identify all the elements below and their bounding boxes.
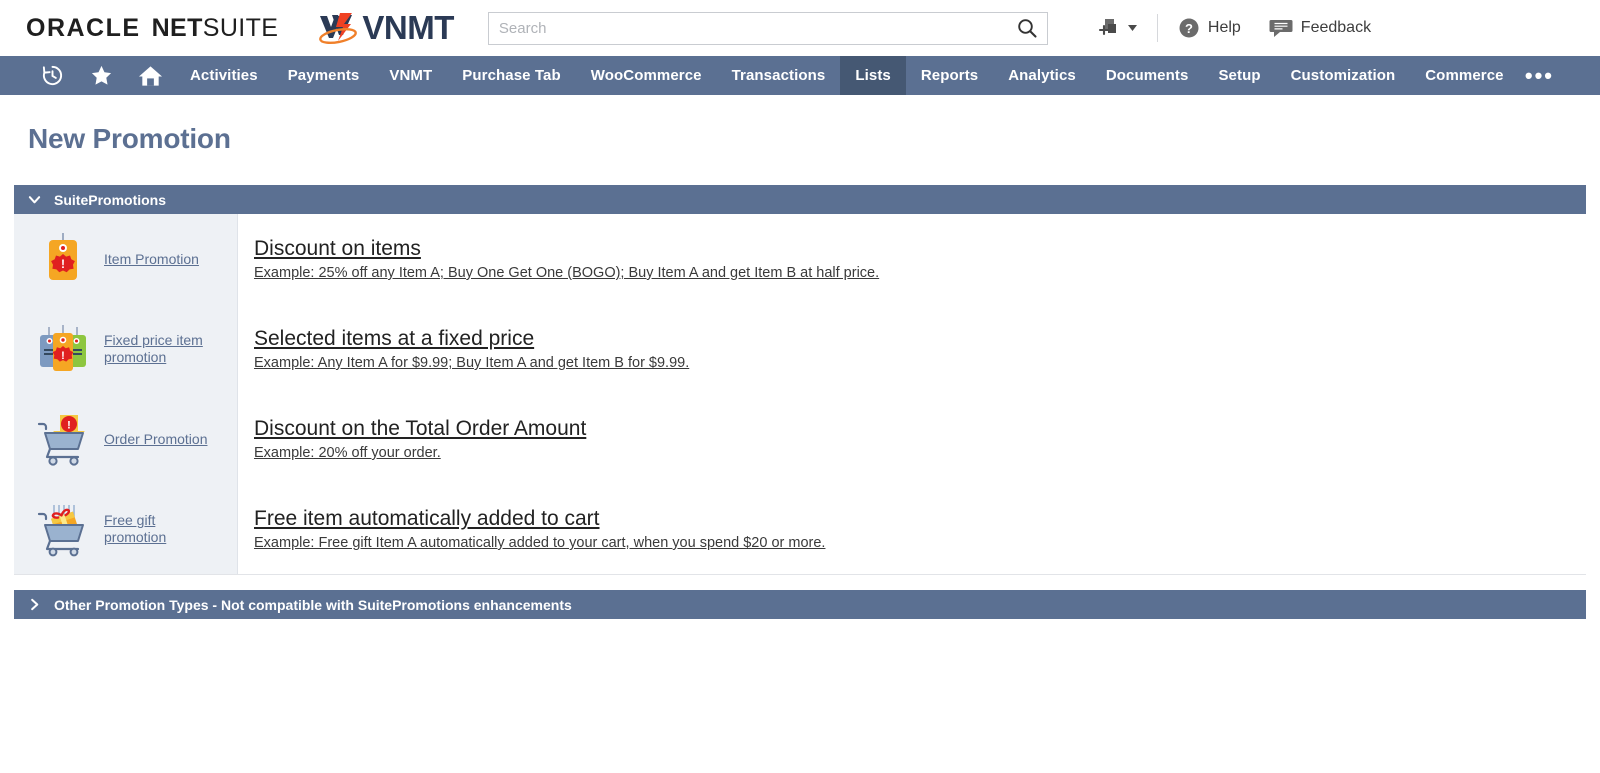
svg-text:?: ?	[1185, 21, 1193, 36]
other-promotion-types-label: Other Promotion Types - Not compatible w…	[54, 596, 572, 613]
favorites-star-icon	[91, 65, 112, 85]
favorites-button[interactable]	[77, 56, 126, 95]
cart-discount-icon: !	[37, 415, 85, 466]
promotion-option-discount-total-order: Discount on the Total Order Amount Examp…	[254, 394, 1586, 484]
nav-item-reports[interactable]: Reports	[906, 56, 993, 95]
chevron-down-icon	[1127, 25, 1137, 31]
nav-item-woocommerce[interactable]: WooCommerce	[576, 56, 717, 95]
promotion-option-example[interactable]: Example: 20% off your order.	[254, 444, 441, 462]
nav-item-analytics[interactable]: Analytics	[993, 56, 1091, 95]
top-bar: ORACLE NET SUITE VNMT Search ? Help Feed…	[0, 0, 1600, 56]
svg-text:!: !	[67, 420, 71, 432]
nav-item-transactions[interactable]: Transactions	[717, 56, 841, 95]
promotion-option-title[interactable]: Selected items at a fixed price	[254, 326, 534, 351]
feedback-button[interactable]: Feedback	[1255, 8, 1385, 48]
sidebar-item-item-promotion[interactable]: ! Item Promotion	[14, 214, 237, 304]
price-tag-icon: !	[49, 233, 77, 280]
search-icon	[1018, 19, 1037, 38]
sidebar-item-order-promotion[interactable]: ! Order Promotion	[14, 394, 237, 484]
promotion-option-example[interactable]: Example: Free gift Item A automatically …	[254, 534, 825, 552]
recent-history-icon	[42, 65, 63, 86]
help-label: Help	[1207, 19, 1241, 36]
promotions-panel: ! Item Promotion ! Fixed price item prom…	[14, 214, 1586, 575]
nav-item-purchase-tab[interactable]: Purchase Tab	[447, 56, 575, 95]
promotion-option-free-item-added-to-cart: Free item automatically added to cart Ex…	[254, 484, 1586, 574]
nav-item-lists[interactable]: Lists	[840, 56, 906, 95]
home-icon	[138, 65, 163, 86]
promotion-option-title[interactable]: Free item automatically added to cart	[254, 506, 600, 531]
multi-price-tag-icon: !	[40, 325, 86, 371]
promotion-option-example[interactable]: Example: 25% off any Item A; Buy One Get…	[254, 264, 879, 282]
promotion-option-title[interactable]: Discount on the Total Order Amount	[254, 416, 586, 441]
sidebar-item-label: Item Promotion	[104, 250, 199, 267]
nav-item-documents[interactable]: Documents	[1091, 56, 1204, 95]
top-bar-actions: ? Help Feedback	[1082, 8, 1385, 48]
promotion-option-selected-items-fixed-price: Selected items at a fixed price Example:…	[254, 304, 1586, 394]
nav-overflow-button[interactable]: •••	[1525, 56, 1554, 95]
promotion-option-list: Discount on items Example: 25% off any I…	[238, 214, 1586, 574]
suitepromotions-section-header[interactable]: SuitePromotions	[14, 185, 1586, 214]
vnmt-mark-icon	[319, 13, 358, 45]
help-icon: ?	[1179, 18, 1199, 38]
sidebar-item-label: Fixed price item promotion	[104, 332, 203, 365]
oracle-wordmark: ORACLE	[26, 13, 141, 42]
sidebar-item-label: Order Promotion	[104, 430, 208, 447]
suitepromotions-section-label: SuitePromotions	[54, 191, 167, 208]
help-button[interactable]: ? Help	[1164, 8, 1255, 48]
main-navigation-bar: Activities Payments VNMT Purchase Tab Wo…	[0, 56, 1600, 95]
promotion-option-title[interactable]: Discount on items	[254, 236, 421, 261]
nav-item-commerce[interactable]: Commerce	[1410, 56, 1518, 95]
nav-item-vnmt[interactable]: VNMT	[374, 56, 447, 95]
toolbar-divider	[1156, 14, 1158, 42]
home-button[interactable]	[126, 56, 175, 95]
promotion-option-example[interactable]: Example: Any Item A for $9.99; Buy Item …	[254, 354, 689, 372]
global-search	[487, 11, 1048, 45]
sidebar-item-fixed-price-item-promotion[interactable]: ! Fixed price item promotion	[14, 304, 237, 394]
create-new-button[interactable]	[1082, 8, 1151, 48]
feedback-label: Feedback	[1300, 19, 1372, 36]
vnmt-wordmark: VNMT	[362, 9, 454, 46]
feedback-speech-bubble-icon	[1269, 20, 1293, 37]
nav-item-customization[interactable]: Customization	[1276, 56, 1411, 95]
nav-item-setup[interactable]: Setup	[1203, 56, 1275, 95]
promotion-type-sidebar: ! Item Promotion ! Fixed price item prom…	[14, 214, 238, 574]
netsuite-net-wordmark: NET	[151, 13, 203, 42]
vnmt-logo: VNMT	[318, 9, 454, 47]
sidebar-item-free-gift-promotion[interactable]: Free gift promotion	[14, 484, 237, 574]
svg-text:!: !	[61, 350, 65, 362]
chevron-down-icon	[28, 196, 41, 204]
sidebar-item-label: Free gift promotion	[104, 512, 167, 545]
cart-gift-icon	[37, 505, 84, 557]
other-promotion-types-section-header[interactable]: Other Promotion Types - Not compatible w…	[14, 590, 1586, 619]
nav-item-payments[interactable]: Payments	[273, 56, 375, 95]
svg-text:!: !	[61, 257, 65, 271]
search-submit-button[interactable]	[1007, 13, 1047, 44]
page-title: New Promotion	[28, 123, 231, 154]
search-input[interactable]	[487, 11, 1048, 45]
nav-item-activities[interactable]: Activities	[175, 56, 273, 95]
oracle-netsuite-logo: ORACLE NET SUITE	[26, 14, 278, 43]
chevron-right-icon	[31, 598, 39, 611]
netsuite-suite-wordmark: SUITE	[202, 13, 279, 42]
recent-history-button[interactable]	[28, 56, 77, 95]
promotion-option-discount-on-items: Discount on items Example: 25% off any I…	[254, 214, 1586, 304]
create-new-record-icon	[1098, 19, 1116, 36]
